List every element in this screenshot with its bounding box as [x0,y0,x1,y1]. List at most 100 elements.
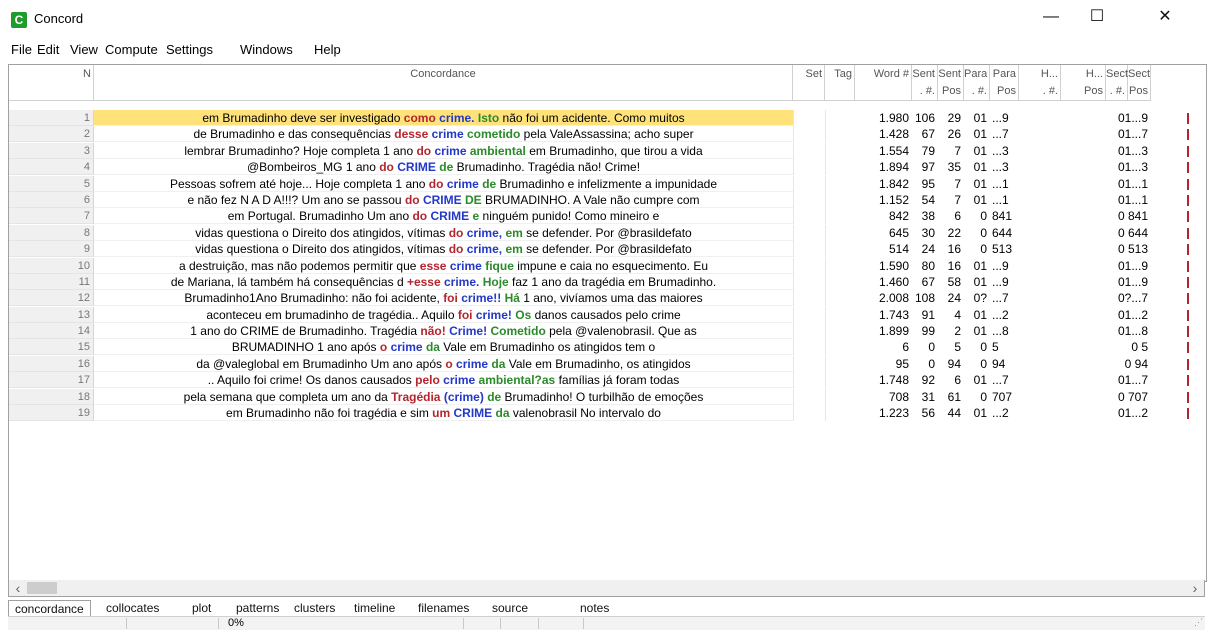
menu-compute[interactable]: Compute [105,42,158,57]
tag-cell[interactable] [825,142,855,159]
table-row[interactable]: 1 em Brumadinho deve ser investigado como… [9,110,1206,126]
set-cell[interactable] [793,355,825,372]
tag-cell[interactable] [825,405,855,422]
table-row[interactable]: 4 @Bombeiros_MG 1 ano do CRIME de Brumadi… [9,159,1206,176]
table-row[interactable]: 10 a destruição, mas não podemos permitir… [9,257,1206,274]
column-header-head[interactable]: H... . #. [1019,65,1061,101]
set-cell[interactable] [793,110,825,126]
concordance-line[interactable]: lembrar Brumadinho? Hoje completa 1 ano … [94,143,793,159]
table-row[interactable]: 11 de Mariana, lá também há consequências… [9,273,1206,290]
tab-timeline[interactable]: timeline [348,600,401,617]
tag-cell[interactable] [825,175,855,192]
concordance-line[interactable]: em Brumadinho deve ser investigado como … [94,110,793,126]
table-row[interactable]: 13 aconteceu em brumadinho de tragédia.. … [9,306,1206,323]
set-cell[interactable] [793,273,825,290]
scroll-right-icon[interactable]: › [1188,581,1202,595]
table-row[interactable]: 3 lembrar Brumadinho? Hoje completa 1 ano… [9,142,1206,159]
resize-grip-icon[interactable]: ⋰ [1194,617,1203,628]
tab-source-text[interactable]: source text [486,600,534,631]
set-cell[interactable] [793,339,825,356]
set-cell[interactable] [793,306,825,323]
tag-cell[interactable] [825,388,855,405]
menu-windows[interactable]: Windows [240,42,293,57]
tag-cell[interactable] [825,323,855,340]
set-cell[interactable] [793,405,825,422]
tag-cell[interactable] [825,372,855,389]
table-row[interactable]: 16 da @valeglobal em Brumadinho Um ano ap… [9,355,1206,372]
set-cell[interactable] [793,159,825,176]
tab-concordance[interactable]: concordance [8,600,91,617]
menu-help[interactable]: Help [314,42,341,57]
concordance-line[interactable]: vidas questiona o Direito dos atingidos,… [94,225,793,241]
set-cell[interactable] [793,191,825,208]
tag-cell[interactable] [825,290,855,307]
tab-notes[interactable]: notes [574,600,615,617]
table-row[interactable]: 18 pela semana que completa um ano da Tra… [9,388,1206,405]
table-row[interactable]: 15 BRUMADINHO 1 ano após o crime da Vale … [9,339,1206,356]
table-row[interactable]: 8 vidas questiona o Direito dos atingidos… [9,224,1206,241]
table-row[interactable]: 12 Brumadinho1Ano Brumadinho: não foi aci… [9,290,1206,307]
tag-cell[interactable] [825,257,855,274]
table-row[interactable]: 17.. Aquilo foi crime! Os danos causados… [9,372,1206,389]
column-header-n[interactable]: N [9,65,94,101]
concordance-line[interactable]: aconteceu em brumadinho de tragédia.. Aq… [94,307,793,323]
tag-cell[interactable] [825,339,855,356]
horizontal-scrollbar[interactable]: ‹ › [8,580,1205,597]
concordance-line[interactable]: @Bombeiros_MG 1 ano do CRIME de Brumadin… [94,159,793,176]
concordance-line[interactable]: da @valeglobal em Brumadinho Um ano após… [94,356,793,372]
menu-settings[interactable]: Settings [166,42,213,57]
set-cell[interactable] [793,126,825,143]
set-cell[interactable] [793,224,825,241]
set-cell[interactable] [793,175,825,192]
tab-filenames[interactable]: filenames [412,600,475,617]
tag-cell[interactable] [825,159,855,176]
concordance-line[interactable]: em Brumadinho não foi tragédia e sim um … [94,405,793,422]
tab-clusters[interactable]: clusters [288,600,341,617]
tag-cell[interactable] [825,241,855,258]
table-row[interactable]: 5 Pessoas sofrem até hoje... Hoje complet… [9,175,1206,192]
column-header-para-pos[interactable]: Para Pos [990,65,1019,101]
column-header-sent-pos[interactable]: Sent Pos [938,65,964,101]
menu-view[interactable]: View [70,42,98,57]
column-header-head-pos[interactable]: H... Pos [1061,65,1106,101]
tab-patterns[interactable]: patterns [230,600,285,617]
set-cell[interactable] [793,372,825,389]
minimize-button[interactable]: — [1028,0,1074,34]
menu-edit[interactable]: Edit [37,42,59,57]
concordance-line[interactable]: de Mariana, lá também há consequências d… [94,274,793,290]
set-cell[interactable] [793,208,825,225]
concordance-line[interactable]: BRUMADINHO 1 ano após o crime da Vale em… [94,339,793,356]
concordance-line[interactable]: de Brumadinho e das consequências desse … [94,126,793,143]
column-header-concordance[interactable]: Concordance [94,65,793,101]
close-button[interactable]: ✕ [1142,0,1188,34]
set-cell[interactable] [793,241,825,258]
concordance-line[interactable]: 1 ano do CRIME de Brumadinho. Tragédia n… [94,323,793,340]
set-cell[interactable] [793,290,825,307]
table-row[interactable]: 9 vidas questiona o Direito dos atingidos… [9,241,1206,258]
set-cell[interactable] [793,388,825,405]
concordance-line[interactable]: a destruição, mas não podemos permitir q… [94,258,793,274]
menu-file[interactable]: File [11,42,32,57]
tag-cell[interactable] [825,306,855,323]
concordance-line[interactable]: e não fez N A D A!!!? Um ano se passou d… [94,192,793,208]
column-header-tag[interactable]: Tag [825,65,855,101]
concordance-grid[interactable]: N Concordance Set Tag Word # Sent. #. Se… [8,64,1207,582]
set-cell[interactable] [793,323,825,340]
tag-cell[interactable] [825,191,855,208]
table-row[interactable]: 2 de Brumadinho e das consequências desse… [9,126,1206,143]
table-row[interactable]: 19 em Brumadinho não foi tragédia e sim u… [9,405,1206,422]
column-header-para[interactable]: Para . #. [964,65,990,101]
column-header-sect[interactable]: Sect . #. [1106,65,1128,101]
tag-cell[interactable] [825,110,855,126]
tag-cell[interactable] [825,126,855,143]
scroll-left-icon[interactable]: ‹ [11,581,25,595]
column-header-sect-pos[interactable]: Sect Pos [1128,65,1151,101]
concordance-line[interactable]: Brumadinho1Ano Brumadinho: não foi acide… [94,290,793,307]
tag-cell[interactable] [825,208,855,225]
table-row[interactable]: 14 1 ano do CRIME de Brumadinho. Tragédia… [9,323,1206,340]
set-cell[interactable] [793,257,825,274]
set-cell[interactable] [793,142,825,159]
scrollbar-thumb[interactable] [27,582,57,594]
column-header-word[interactable]: Word # [855,65,912,101]
concordance-line[interactable]: em Portugal. Brumadinho Um ano do CRIME … [94,208,793,225]
